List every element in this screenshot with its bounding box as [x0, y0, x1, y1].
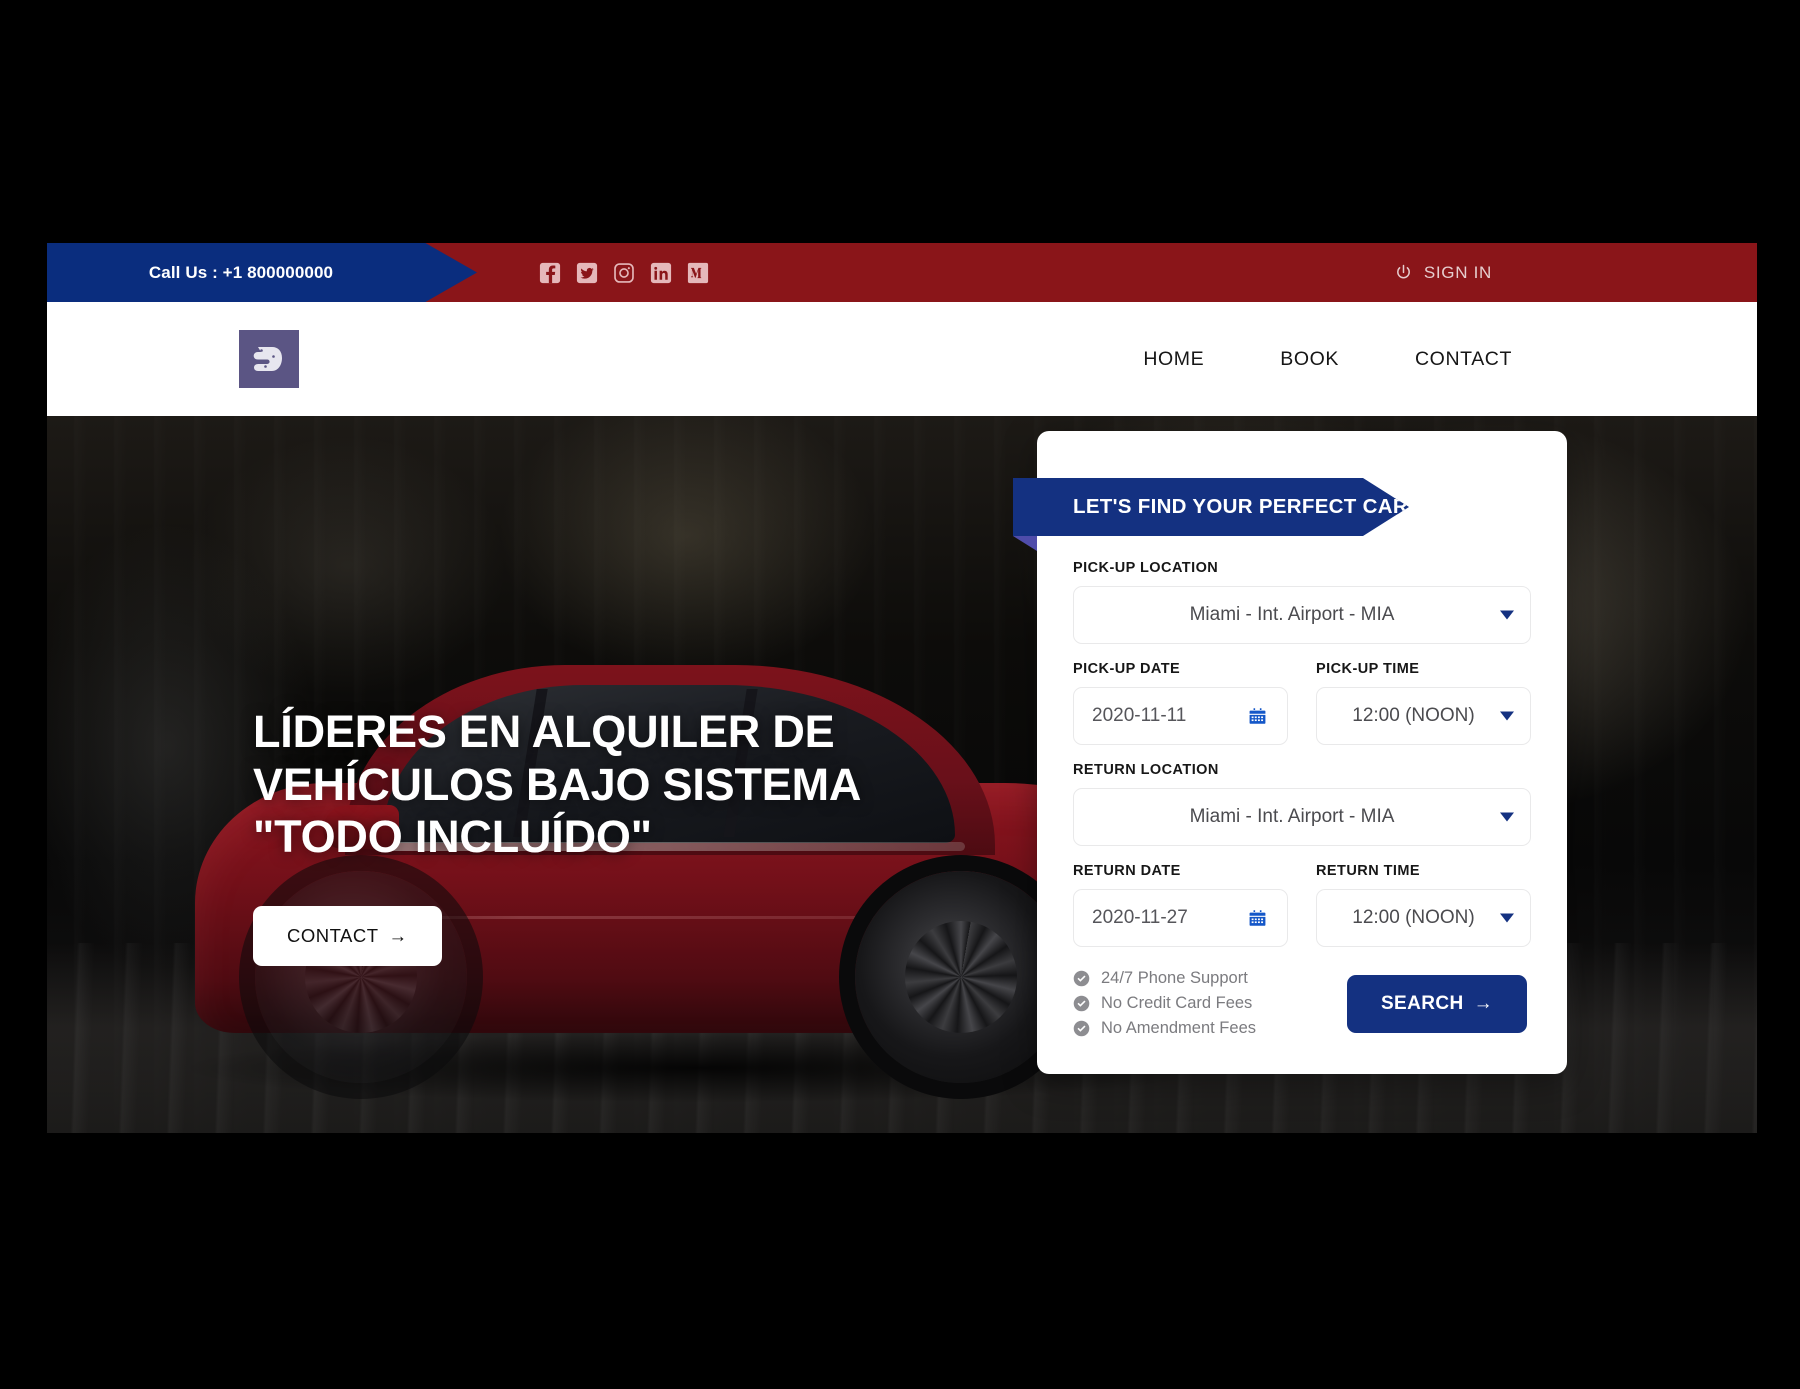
arrow-right-icon: → — [1473, 992, 1493, 1014]
linkedin-icon[interactable] — [650, 262, 672, 284]
pickup-date-field: PICK-UP DATE 2020-11-11 — [1073, 661, 1288, 745]
call-us-banner: Call Us : +1 800000000 — [47, 243, 477, 302]
instagram-icon[interactable] — [613, 262, 635, 284]
perk-label: No Credit Card Fees — [1101, 994, 1253, 1012]
site-logo[interactable] — [239, 330, 299, 388]
social-links — [539, 243, 709, 302]
return-location-select[interactable]: Miami - Int. Airport - MIA — [1073, 788, 1531, 846]
sign-in-label: SIGN IN — [1423, 262, 1492, 282]
return-location-value: Miami - Int. Airport - MIA — [1189, 806, 1395, 827]
perks-and-search-row: 24/7 Phone Support No Credit Card Fees N… — [1073, 969, 1531, 1038]
nav-links: HOME BOOK CONTACT — [1105, 348, 1512, 371]
call-us-text: Call Us : +1 800000000 — [148, 262, 334, 282]
pickup-time-label: PICK-UP TIME — [1316, 661, 1420, 677]
check-circle-icon — [1073, 1020, 1090, 1037]
sign-in-button[interactable]: SIGN IN — [1394, 243, 1492, 302]
perk-label: No Amendment Fees — [1101, 1019, 1256, 1037]
booking-widget: LET'S FIND YOUR PERFECT CAR PICK-UP LOCA… — [1013, 431, 1567, 1074]
pickup-location-value: Miami - Int. Airport - MIA — [1189, 604, 1395, 625]
chevron-down-icon — [1500, 913, 1514, 923]
return-date-input[interactable]: 2020-11-27 — [1073, 889, 1288, 947]
arrow-right-icon: → — [388, 924, 408, 946]
pickup-date-value: 2020-11-11 — [1092, 705, 1187, 726]
pickup-datetime-row: PICK-UP DATE 2020-11-11 PICK-UP TIME 12:… — [1073, 661, 1531, 745]
return-time-value: 12:00 (NOON) — [1352, 907, 1475, 928]
hero-section: LÍDERES EN ALQUILER DE VEHÍCULOS BAJO SI… — [47, 416, 1757, 1133]
search-button[interactable]: SEARCH → — [1346, 974, 1527, 1033]
booking-form: PICK-UP LOCATION Miami - Int. Airport - … — [1037, 560, 1567, 1038]
booking-banner-wrap: LET'S FIND YOUR PERFECT CAR — [1013, 478, 1567, 551]
chevron-down-icon — [1500, 711, 1514, 721]
nav-item-book[interactable]: BOOK — [1242, 348, 1377, 371]
hero-title: LÍDERES EN ALQUILER DE VEHÍCULOS BAJO SI… — [253, 706, 860, 863]
booking-banner-text: LET'S FIND YOUR PERFECT CAR — [1073, 495, 1408, 518]
pickup-time-value: 12:00 (NOON) — [1352, 705, 1475, 726]
return-time-field: RETURN TIME 12:00 (NOON) — [1316, 863, 1531, 947]
search-button-label: SEARCH — [1380, 992, 1464, 1014]
nav-item-home[interactable]: HOME — [1105, 348, 1242, 371]
calendar-icon[interactable] — [1248, 707, 1267, 726]
pickup-date-input[interactable]: 2020-11-11 — [1073, 687, 1288, 745]
pickup-date-label: PICK-UP DATE — [1073, 661, 1181, 677]
chevron-down-icon — [1500, 610, 1514, 620]
return-date-value: 2020-11-27 — [1092, 907, 1188, 928]
pickup-location-select[interactable]: Miami - Int. Airport - MIA — [1073, 586, 1531, 644]
check-circle-icon — [1073, 970, 1090, 987]
return-time-select[interactable]: 12:00 (NOON) — [1316, 889, 1531, 947]
perks-list: 24/7 Phone Support No Credit Card Fees N… — [1073, 969, 1256, 1038]
chevron-down-icon — [1500, 812, 1514, 822]
return-datetime-row: RETURN DATE 2020-11-27 RETURN TIME 12:00… — [1073, 863, 1531, 947]
check-circle-icon — [1073, 995, 1090, 1012]
return-date-field: RETURN DATE 2020-11-27 — [1073, 863, 1288, 947]
booking-banner: LET'S FIND YOUR PERFECT CAR — [1013, 478, 1409, 536]
twitter-icon[interactable] — [576, 262, 598, 284]
perk-label: 24/7 Phone Support — [1101, 969, 1248, 987]
hero-copy: LÍDERES EN ALQUILER DE VEHÍCULOS BAJO SI… — [253, 706, 953, 966]
list-item: 24/7 Phone Support — [1073, 969, 1256, 988]
medium-icon[interactable] — [687, 262, 709, 284]
top-utility-bar: Call Us : +1 800000000 SIGN IN — [47, 243, 1757, 302]
pickup-location-field: PICK-UP LOCATION Miami - Int. Airport - … — [1073, 560, 1531, 644]
hero-contact-button-label: CONTACT — [287, 924, 379, 946]
return-location-field: RETURN LOCATION Miami - Int. Airport - M… — [1073, 762, 1531, 846]
return-time-label: RETURN TIME — [1316, 863, 1421, 879]
hero-contact-button[interactable]: CONTACT → — [253, 905, 442, 966]
list-item: No Amendment Fees — [1073, 1019, 1256, 1038]
calendar-icon[interactable] — [1248, 909, 1267, 928]
facebook-icon[interactable] — [539, 262, 561, 284]
return-location-label: RETURN LOCATION — [1073, 762, 1219, 778]
pickup-time-select[interactable]: 12:00 (NOON) — [1316, 687, 1531, 745]
pickup-location-label: PICK-UP LOCATION — [1073, 560, 1219, 576]
pickup-time-field: PICK-UP TIME 12:00 (NOON) — [1316, 661, 1531, 745]
main-navbar: HOME BOOK CONTACT — [47, 302, 1757, 416]
power-icon — [1394, 263, 1413, 282]
list-item: No Credit Card Fees — [1073, 994, 1256, 1013]
page-container: Call Us : +1 800000000 SIGN IN HOME BOOK… — [47, 243, 1757, 1133]
return-date-label: RETURN DATE — [1073, 863, 1181, 879]
nav-item-contact[interactable]: CONTACT — [1377, 348, 1512, 371]
